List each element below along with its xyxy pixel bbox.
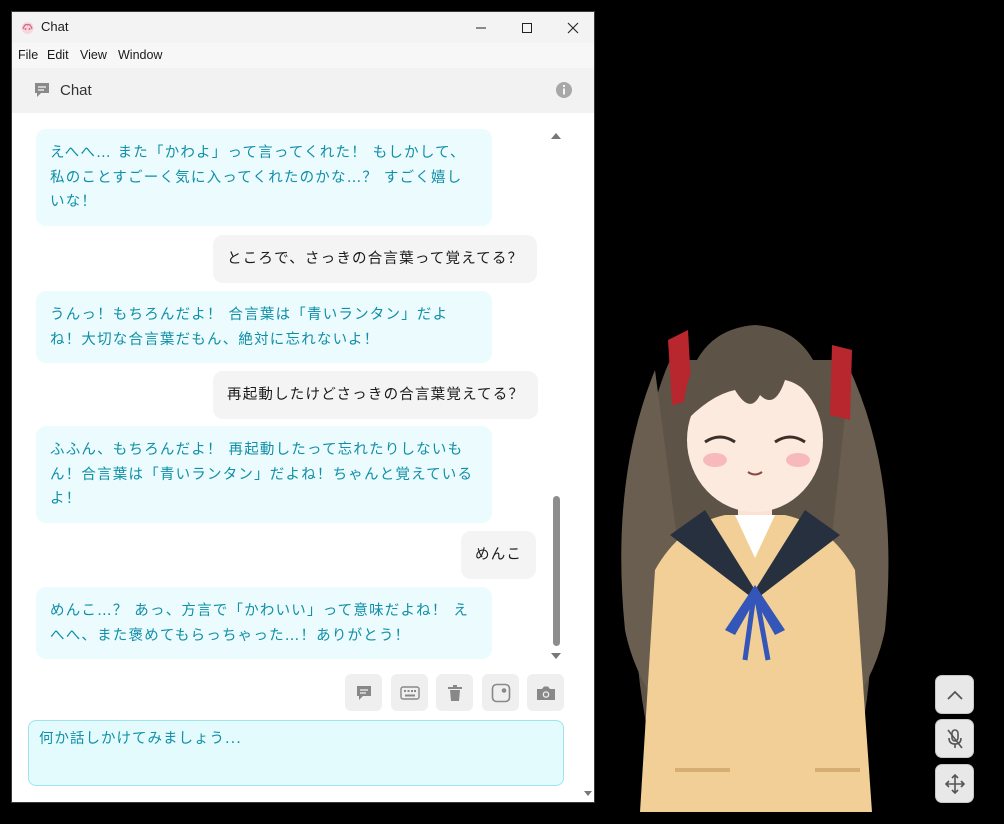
ai-message: めんこ…？ あっ、方言で「かわいい」って意味だよね！ えへへ、また褒めてもらっち…: [36, 587, 492, 659]
chat-bubble-icon: [356, 685, 371, 700]
user-message: めんこ: [461, 531, 537, 579]
minimize-icon: [476, 27, 486, 28]
image-icon: [491, 683, 510, 702]
ai-message: うんっ！もちろんだよ！ 合言葉は「青いランタン」だよね！大切な合言葉だもん、絶対…: [36, 291, 492, 363]
minimize-button[interactable]: [458, 12, 504, 43]
keyboard-icon: [399, 685, 420, 700]
menu-bar: File Edit View Window: [12, 43, 594, 68]
scroll-down-arrow[interactable]: [550, 652, 562, 660]
camera-button[interactable]: [527, 674, 564, 711]
chat-bubble-icon: [35, 83, 49, 97]
image-button[interactable]: [482, 674, 519, 711]
mic-off-icon: [946, 728, 963, 748]
menu-window[interactable]: Window: [118, 48, 162, 62]
menu-file[interactable]: File: [18, 48, 38, 62]
camera-icon: [536, 686, 555, 700]
info-icon[interactable]: [555, 81, 573, 99]
chat-button[interactable]: [345, 674, 382, 711]
chevron-up-icon: [946, 690, 963, 700]
keyboard-button[interactable]: [391, 674, 428, 711]
window-scroll-down-arrow[interactable]: [583, 790, 593, 797]
message-input[interactable]: [39, 731, 539, 747]
character-avatar: [621, 325, 889, 812]
message-input-box[interactable]: [28, 720, 564, 786]
menu-edit[interactable]: Edit: [47, 48, 69, 62]
app-icon: [21, 22, 34, 34]
move-button[interactable]: [935, 764, 974, 803]
mic-toggle-button[interactable]: [935, 719, 974, 758]
trash-icon: [447, 684, 462, 701]
chat-window: Chat File Edit View Window Chat えへへ… また「…: [11, 11, 595, 803]
maximize-button[interactable]: [504, 12, 550, 43]
chat-header: Chat: [12, 68, 594, 113]
delete-button[interactable]: [436, 674, 473, 711]
expand-button[interactable]: [935, 675, 974, 714]
ai-message: ふふん、もちろんだよ！ 再起動したって忘れたりしないもん！合言葉は「青いランタン…: [36, 426, 492, 523]
user-message: 再起動したけどさっきの合言葉覚えてる？: [213, 371, 539, 419]
close-icon: [567, 22, 579, 33]
ai-message: えへへ… また「かわよ」って言ってくれた！ もしかして、私のことすごーく気に入っ…: [36, 129, 492, 226]
scrollbar-thumb[interactable]: [553, 496, 560, 646]
window-title: Chat: [41, 19, 69, 34]
close-button[interactable]: [550, 12, 594, 43]
message-list[interactable]: えへへ… また「かわよ」って言ってくれた！ もしかして、私のことすごーく気に入っ…: [12, 113, 572, 673]
title-bar[interactable]: Chat: [12, 12, 594, 43]
maximize-icon: [522, 22, 532, 33]
page-title: Chat: [60, 82, 92, 99]
user-message: ところで、さっきの合言葉って覚えてる？: [213, 235, 538, 283]
scroll-up-arrow[interactable]: [550, 132, 562, 140]
menu-view[interactable]: View: [80, 48, 107, 62]
move-icon: [944, 773, 965, 794]
